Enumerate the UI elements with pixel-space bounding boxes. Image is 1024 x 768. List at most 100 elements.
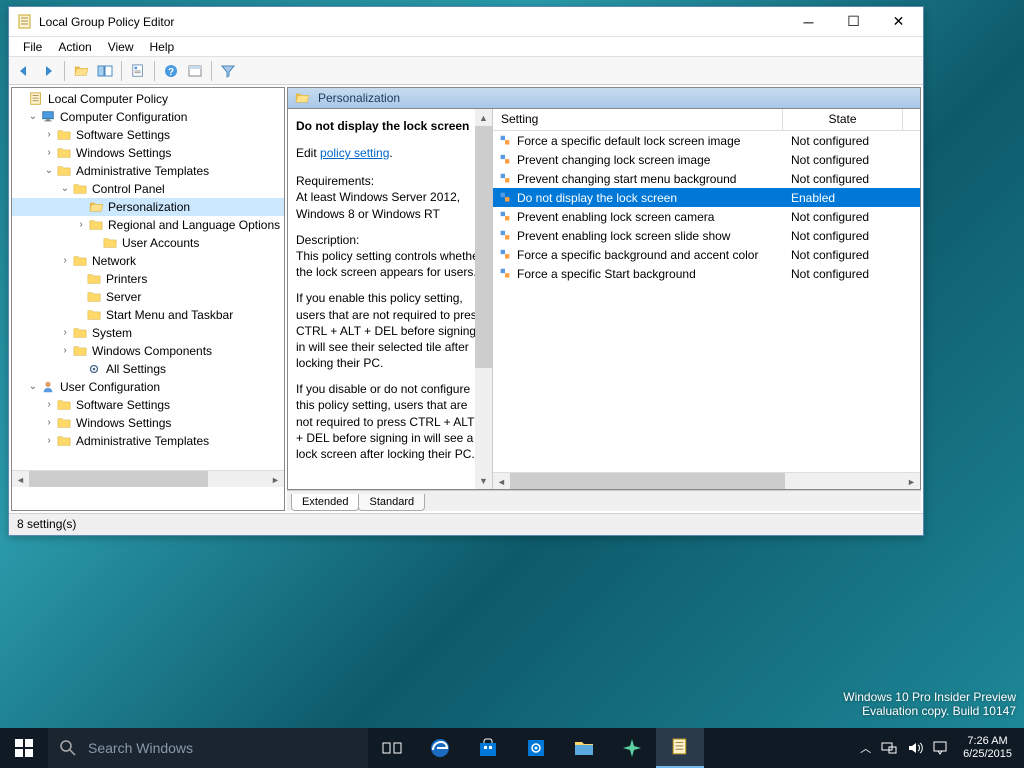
clock[interactable]: 7:26 AM 6/25/2015 — [957, 735, 1018, 761]
titlebar[interactable]: Local Group Policy Editor ─ ☐ ✕ — [9, 7, 923, 37]
folder-icon — [86, 308, 102, 322]
list-hscroll[interactable]: ◄► — [493, 472, 920, 489]
folder-icon — [56, 398, 72, 412]
col-state[interactable]: State — [783, 109, 903, 130]
folder-icon — [86, 290, 102, 304]
tree-user-config[interactable]: ⌄User Configuration — [12, 378, 284, 396]
policy-tree[interactable]: Local Computer Policy ⌄Computer Configur… — [11, 87, 285, 511]
edit-policy-link[interactable]: policy setting — [320, 146, 389, 160]
desc-vscroll[interactable]: ▲▼ — [475, 109, 492, 489]
setting-row[interactable]: Force a specific Start backgroundNot con… — [493, 264, 920, 283]
taskview-button[interactable] — [368, 728, 416, 768]
setting-state: Not configured — [787, 210, 907, 224]
setting-row[interactable]: Do not display the lock screenEnabled — [493, 188, 920, 207]
folder-icon — [72, 344, 88, 358]
settings-list: Setting State Force a specific default l… — [493, 109, 920, 489]
gpedit-task-button[interactable] — [656, 728, 704, 768]
folder-icon — [102, 236, 118, 250]
setting-row[interactable]: Prevent enabling lock screen cameraNot c… — [493, 207, 920, 226]
setting-row[interactable]: Prevent changing lock screen imageNot co… — [493, 150, 920, 169]
explorer-button[interactable] — [560, 728, 608, 768]
breadcrumb-text: Personalization — [318, 91, 400, 105]
tree-admin-templates[interactable]: ⌄Administrative Templates — [12, 162, 284, 180]
folder-icon — [86, 272, 102, 286]
setting-name: Force a specific Start background — [517, 267, 787, 281]
tree-item[interactable]: ›System — [12, 324, 284, 342]
tab-extended[interactable]: Extended — [291, 494, 359, 511]
search-box[interactable]: Search Windows — [48, 728, 368, 768]
setting-row[interactable]: Prevent changing start menu backgroundNo… — [493, 169, 920, 188]
edge-button[interactable] — [416, 728, 464, 768]
tree-item[interactable]: ›Regional and Language Options — [12, 216, 284, 234]
filter-button[interactable] — [217, 60, 239, 82]
help-button[interactable]: ? — [160, 60, 182, 82]
setting-name: Do not display the lock screen — [517, 191, 787, 205]
maximize-button[interactable]: ☐ — [831, 7, 876, 36]
systray[interactable]: ︿ 7:26 AM 6/25/2015 — [854, 728, 1024, 768]
start-button[interactable] — [0, 728, 48, 768]
setting-name: Force a specific default lock screen ima… — [517, 134, 787, 148]
tree-item[interactable]: Server — [12, 288, 284, 306]
setting-state: Enabled — [787, 191, 907, 205]
computer-icon — [40, 110, 56, 124]
setting-name: Prevent changing start menu background — [517, 172, 787, 186]
show-hide-tree-button[interactable] — [94, 60, 116, 82]
menu-file[interactable]: File — [15, 38, 50, 56]
volume-icon[interactable] — [907, 741, 923, 755]
tree-item[interactable]: User Accounts — [12, 234, 284, 252]
forward-button[interactable] — [37, 60, 59, 82]
tree-root[interactable]: Local Computer Policy — [12, 90, 284, 108]
back-button[interactable] — [13, 60, 35, 82]
folder-icon — [56, 164, 72, 178]
tree-item[interactable]: ›Windows Settings — [12, 144, 284, 162]
svg-text:?: ? — [168, 67, 174, 78]
notifications-icon[interactable] — [933, 741, 947, 755]
menu-view[interactable]: View — [100, 38, 142, 56]
setting-state: Not configured — [787, 248, 907, 262]
menu-help[interactable]: Help — [142, 38, 183, 56]
folder-open-icon — [294, 91, 310, 105]
tree-item[interactable]: ›Windows Settings — [12, 414, 284, 432]
taskbar[interactable]: Search Windows ︿ 7:26 AM 6/25/2015 — [0, 728, 1024, 768]
network-icon[interactable] — [881, 741, 897, 755]
minimize-button[interactable]: ─ — [786, 7, 831, 36]
tray-chevron-icon[interactable]: ︿ — [860, 740, 871, 756]
tree-hscroll[interactable]: ◄► — [12, 470, 284, 487]
folder-icon — [56, 146, 72, 160]
policy-icon — [497, 153, 513, 167]
tree-item[interactable]: Start Menu and Taskbar — [12, 306, 284, 324]
folder-icon — [72, 182, 88, 196]
setting-row[interactable]: Force a specific default lock screen ima… — [493, 131, 920, 150]
tree-item[interactable]: Printers — [12, 270, 284, 288]
list-header[interactable]: Setting State — [493, 109, 920, 131]
taskview-icon — [382, 740, 402, 756]
tree-item[interactable]: ›Windows Components — [12, 342, 284, 360]
tree-computer-config[interactable]: ⌄Computer Configuration — [12, 108, 284, 126]
policy-title: Do not display the lock screen — [296, 119, 484, 133]
setting-row[interactable]: Force a specific background and accent c… — [493, 245, 920, 264]
tree-item[interactable]: ›Software Settings — [12, 396, 284, 414]
app-button[interactable] — [608, 728, 656, 768]
up-folder-button[interactable] — [70, 60, 92, 82]
setting-state: Not configured — [787, 267, 907, 281]
tree-personalization[interactable]: Personalization — [12, 198, 284, 216]
tree-item[interactable]: All Settings — [12, 360, 284, 378]
tree-item[interactable]: ›Network — [12, 252, 284, 270]
settings-button[interactable] — [512, 728, 560, 768]
menu-action[interactable]: Action — [50, 38, 99, 56]
tree-item[interactable]: ›Administrative Templates — [12, 432, 284, 450]
setting-row[interactable]: Prevent enabling lock screen slide showN… — [493, 226, 920, 245]
setting-name: Force a specific background and accent c… — [517, 248, 787, 262]
tree-item[interactable]: ›Software Settings — [12, 126, 284, 144]
store-button[interactable] — [464, 728, 512, 768]
tab-standard[interactable]: Standard — [358, 494, 425, 511]
tree-control-panel[interactable]: ⌄Control Panel — [12, 180, 284, 198]
export-button[interactable] — [127, 60, 149, 82]
gear-icon — [86, 362, 102, 376]
setting-name: Prevent enabling lock screen camera — [517, 210, 787, 224]
col-setting[interactable]: Setting — [493, 109, 783, 130]
close-button[interactable]: ✕ — [876, 7, 921, 36]
properties-button[interactable] — [184, 60, 206, 82]
window-title: Local Group Policy Editor — [39, 15, 786, 29]
desktop-watermark: Windows 10 Pro Insider Preview Evaluatio… — [843, 690, 1016, 718]
